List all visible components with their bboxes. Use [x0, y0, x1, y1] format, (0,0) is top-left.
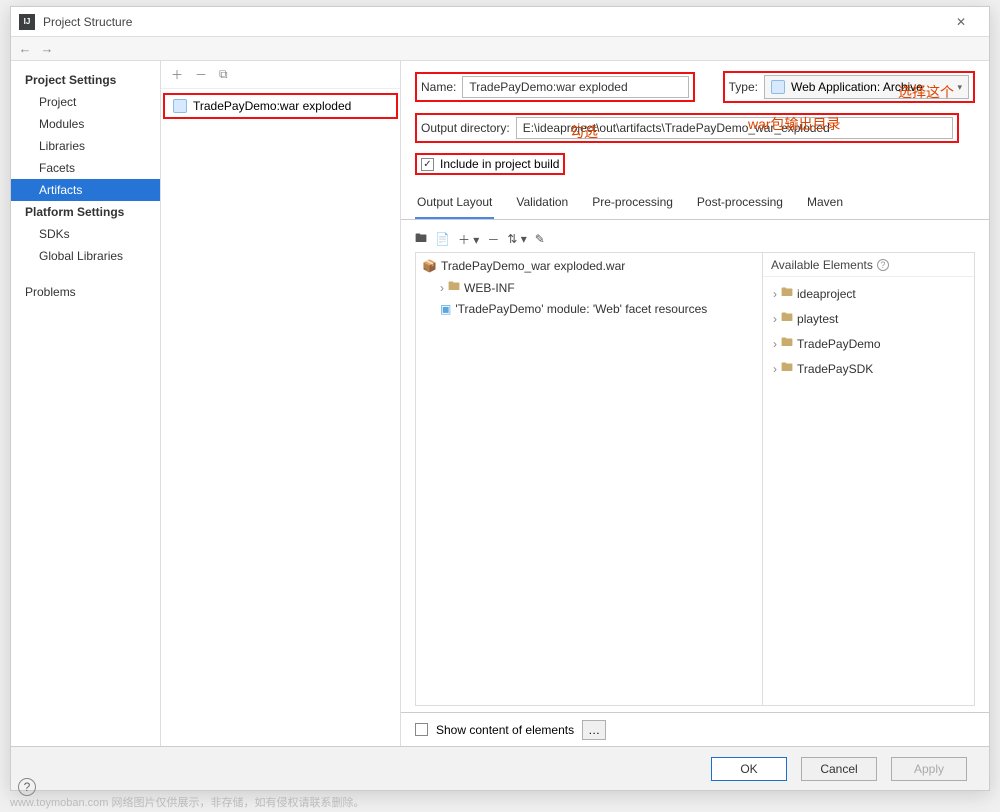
tab-post-processing[interactable]: Post-processing	[695, 189, 785, 219]
close-icon[interactable]: ✕	[941, 8, 981, 36]
copy-icon[interactable]: ⧉	[219, 67, 228, 82]
add-copy-icon[interactable]: ＋ ▾	[458, 231, 479, 248]
tree-item-facet[interactable]: ▣ 'TradePayDemo' module: 'Web' facet res…	[418, 300, 760, 318]
remove-layout-icon[interactable]: －	[487, 231, 499, 248]
name-label: Name:	[421, 80, 456, 94]
back-icon[interactable]: ←	[17, 41, 33, 56]
avail-item[interactable]: ›🖿TradePayDemo	[769, 331, 968, 356]
artifact-name: TradePayDemo:war exploded	[193, 99, 351, 113]
nav-toolbar: ← →	[11, 37, 989, 61]
new-archive-icon[interactable]: 📄	[435, 232, 450, 246]
app-icon: IJ	[19, 14, 35, 30]
new-folder-icon[interactable]: 🖿	[415, 229, 427, 250]
sidebar-item-libraries[interactable]: Libraries	[11, 135, 160, 157]
tab-validation[interactable]: Validation	[514, 189, 570, 219]
section-platform-settings: Platform Settings	[11, 201, 160, 223]
outdir-label: Output directory:	[421, 121, 510, 135]
remove-icon[interactable]: －	[195, 66, 207, 83]
sidebar-item-modules[interactable]: Modules	[11, 113, 160, 135]
sidebar-item-facets[interactable]: Facets	[11, 157, 160, 179]
artifact-tabs: Output Layout Validation Pre-processing …	[401, 189, 989, 220]
folder-icon: 🖿	[448, 277, 460, 298]
type-combo[interactable]: Web Application: Archive ▾	[764, 75, 969, 99]
folder-icon: 🖿	[781, 358, 793, 379]
dialog-footer: OK Cancel Apply	[11, 746, 989, 790]
include-build-checkbox[interactable]: ✓	[421, 158, 434, 171]
project-structure-dialog: IJ Project Structure ✕ ← → Project Setti…	[10, 6, 990, 791]
add-icon[interactable]: ＋	[171, 66, 183, 83]
type-value: Web Application: Archive	[791, 80, 923, 94]
help-icon[interactable]: ?	[877, 259, 889, 271]
window-title: Project Structure	[43, 15, 132, 29]
folder-icon: 🖿	[781, 333, 793, 354]
folder-icon: 🖿	[781, 283, 793, 304]
type-label: Type:	[729, 80, 758, 94]
sort-icon[interactable]: ⇅ ▾	[507, 232, 526, 246]
apply-button[interactable]: Apply	[891, 757, 967, 781]
show-content-checkbox[interactable]	[415, 723, 428, 736]
tab-maven[interactable]: Maven	[805, 189, 845, 219]
artifact-list-item[interactable]: TradePayDemo:war exploded	[163, 93, 398, 119]
artifacts-list-column: ＋ － ⧉ TradePayDemo:war exploded	[161, 61, 401, 746]
watermark: www.toymoban.com 网络图片仅供展示，非存储，如有侵权请联系删除。	[10, 794, 364, 810]
include-build-label: Include in project build	[440, 157, 559, 171]
tree-item-webinf[interactable]: › 🖿 WEB-INF	[418, 275, 760, 300]
cancel-button[interactable]: Cancel	[801, 757, 877, 781]
sidebar-item-sdks[interactable]: SDKs	[11, 223, 160, 245]
archive-icon: 📦	[422, 259, 437, 273]
available-elements-panel: Available Elements ? ›🖿ideaproject ›🖿pla…	[762, 253, 974, 705]
rename-icon[interactable]: ✎	[535, 232, 545, 246]
show-content-browse[interactable]: …	[582, 720, 606, 740]
output-layout-tree[interactable]: 📦 TradePayDemo_war exploded.war › 🖿 WEB-…	[416, 253, 762, 705]
chevron-down-icon: ▾	[957, 82, 962, 93]
sidebar-item-artifacts[interactable]: Artifacts	[11, 179, 160, 201]
artifact-detail-panel: Name: Type: Web Application: Archive ▾	[401, 61, 989, 746]
sidebar-item-project[interactable]: Project	[11, 91, 160, 113]
section-project-settings: Project Settings	[11, 69, 160, 91]
outdir-input[interactable]	[516, 117, 953, 139]
layout-toolbar: 🖿 📄 ＋ ▾ － ⇅ ▾ ✎	[415, 226, 975, 252]
chevron-right-icon: ›	[440, 281, 444, 295]
artifact-icon	[173, 99, 187, 113]
show-content-label: Show content of elements	[436, 723, 574, 737]
tab-pre-processing[interactable]: Pre-processing	[590, 189, 675, 219]
module-icon: ▣	[440, 302, 451, 316]
name-input[interactable]	[462, 76, 689, 98]
available-header: Available Elements	[771, 258, 873, 272]
sidebar: Project Settings Project Modules Librari…	[11, 61, 161, 746]
sidebar-item-problems[interactable]: Problems	[11, 281, 160, 303]
avail-item[interactable]: ›🖿ideaproject	[769, 281, 968, 306]
sidebar-item-global-libraries[interactable]: Global Libraries	[11, 245, 160, 267]
avail-item[interactable]: ›🖿playtest	[769, 306, 968, 331]
tree-item-archive[interactable]: 📦 TradePayDemo_war exploded.war	[418, 257, 760, 275]
tab-output-layout[interactable]: Output Layout	[415, 189, 494, 219]
folder-icon: 🖿	[781, 308, 793, 329]
avail-item[interactable]: ›🖿TradePaySDK	[769, 356, 968, 381]
artifacts-toolbar: ＋ － ⧉	[161, 61, 400, 89]
forward-icon[interactable]: →	[39, 41, 55, 56]
titlebar: IJ Project Structure ✕	[11, 7, 989, 37]
web-app-icon	[771, 80, 785, 94]
show-content-bar: Show content of elements …	[401, 712, 989, 746]
ok-button[interactable]: OK	[711, 757, 787, 781]
